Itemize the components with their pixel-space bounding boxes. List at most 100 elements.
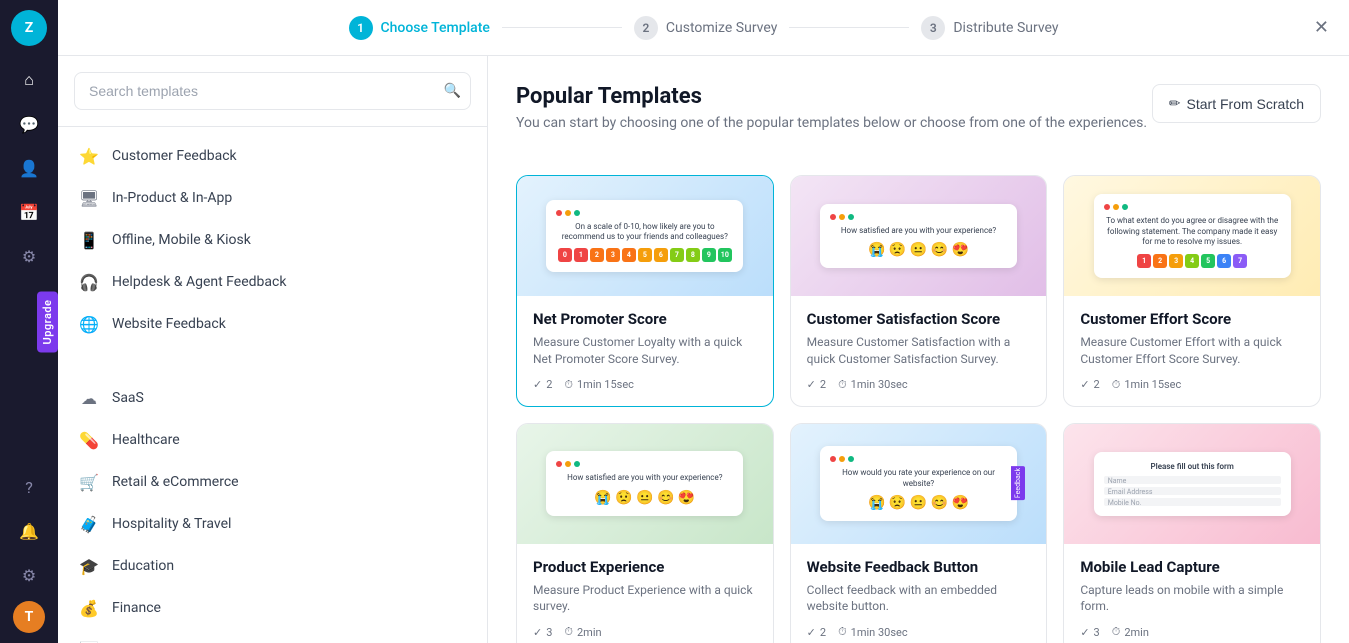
step-3-label: Distribute Survey [953, 20, 1058, 36]
sidebar-item-label: SaaS [112, 390, 144, 406]
inapp-icon: 🖥 [78, 187, 100, 209]
page-title: Popular Templates [516, 84, 1147, 109]
settings-nav-icon[interactable]: ⚙ [11, 557, 47, 593]
card-meta-wfb: ✓ 2 ⏱ 1min 30sec [807, 625, 1031, 639]
search-icon: 🔍 [444, 83, 461, 99]
bell-nav-icon[interactable]: 🔔 [11, 513, 47, 549]
sidebar-item-website[interactable]: 🌐 Website Feedback [58, 303, 487, 345]
card-preview-pe: How satisfied are you with your experien… [517, 424, 773, 544]
pe-preview-question: How satisfied are you with your experien… [556, 473, 733, 483]
sidebar-item-education[interactable]: 🎓 Education [58, 545, 487, 587]
avatar[interactable]: T [13, 601, 45, 633]
search-input[interactable] [74, 72, 471, 110]
template-card-pe[interactable]: How satisfied are you with your experien… [516, 423, 774, 643]
sidebar-item-finance[interactable]: 💰 Finance [58, 587, 487, 629]
step-2: 2 Customize Survey [634, 16, 777, 40]
csat-emoji-row: 😭 😟 😐 😊 😍 [830, 242, 1007, 258]
card-body-ces: Customer Effort Score Measure Customer E… [1064, 296, 1320, 406]
card-desc-wfb: Collect feedback with an embedded websit… [807, 582, 1031, 616]
card-title-nps: Net Promoter Score [533, 310, 757, 328]
sidebar-item-healthcare[interactable]: 💊 Healthcare [58, 419, 487, 461]
hospitality-icon: 🧳 [78, 513, 100, 535]
sidebar-item-customer-feedback[interactable]: ⭐ Customer Feedback [58, 135, 487, 177]
ces-preview-question: To what extent do you agree or disagree … [1104, 216, 1281, 247]
template-card-wfb[interactable]: How would you rate your experience on ou… [790, 423, 1048, 643]
card-body-csat: Customer Satisfaction Score Measure Cust… [791, 296, 1047, 406]
main-container: 1 Choose Template 2 Customize Survey 3 D… [58, 0, 1349, 643]
sidebar-item-hospitality[interactable]: 🧳 Hospitality & Travel [58, 503, 487, 545]
wfb-preview-question: How would you rate your experience on ou… [830, 468, 1007, 489]
card-meta-mlc: ✓ 3 ⏱ 2min [1080, 625, 1304, 639]
sidebar-item-label: In-Product & In-App [112, 190, 232, 206]
template-card-csat[interactable]: How satisfied are you with your experien… [790, 175, 1048, 407]
step-2-label: Customize Survey [666, 20, 777, 36]
sidebar-item-label: Customer Feedback [112, 148, 237, 164]
check-icon: ✓ [1080, 626, 1089, 639]
templates-header: Popular Templates You can start by choos… [516, 84, 1321, 155]
header: 1 Choose Template 2 Customize Survey 3 D… [58, 0, 1349, 56]
template-card-mlc[interactable]: Please fill out this form Name Email Add… [1063, 423, 1321, 643]
sidebar-item-label: Helpdesk & Agent Feedback [112, 274, 286, 290]
step-1-number: 1 [349, 16, 373, 40]
ces-questions: 2 [1094, 378, 1100, 391]
saas-icon: ☁ [78, 387, 100, 409]
template-card-nps[interactable]: On a scale of 0-10, how likely are you t… [516, 175, 774, 407]
check-icon: ✓ [807, 626, 816, 639]
sidebar-item-quiz[interactable]: 📊 Quiz and Polls [58, 629, 487, 643]
wfb-questions: 2 [820, 626, 826, 639]
close-button[interactable]: ✕ [1314, 17, 1329, 38]
card-body-pe: Product Experience Measure Product Exper… [517, 544, 773, 643]
healthcare-icon: 💊 [78, 429, 100, 451]
clock-icon: ⏱ [838, 625, 847, 639]
pencil-icon: ✏ [1169, 95, 1181, 112]
card-title-ces: Customer Effort Score [1080, 310, 1304, 328]
quiz-icon: 📊 [78, 639, 100, 643]
users-nav-icon[interactable]: 👤 [11, 150, 47, 186]
categories-section: ⭐ Customer Feedback 🖥 In-Product & In-Ap… [58, 127, 487, 353]
card-meta-csat: ✓ 2 ⏱ 1min 30sec [807, 378, 1031, 392]
ces-time: 1min 15sec [1124, 378, 1181, 391]
card-preview-nps: On a scale of 0-10, how likely are you t… [517, 176, 773, 296]
clock-icon: ⏱ [1112, 625, 1121, 639]
sidebar-item-retail[interactable]: 🛒 Retail & eCommerce [58, 461, 487, 503]
clock-icon: ⏱ [564, 378, 573, 392]
card-body-mlc: Mobile Lead Capture Capture leads on mob… [1064, 544, 1320, 643]
template-card-ces[interactable]: To what extent do you agree or disagree … [1063, 175, 1321, 407]
step-1: 1 Choose Template [349, 16, 490, 40]
helpdesk-icon: 🎧 [78, 271, 100, 293]
help-nav-icon[interactable]: ? [11, 469, 47, 505]
chat-nav-icon[interactable]: 💬 [11, 106, 47, 142]
sidebar-item-label: Retail & eCommerce [112, 474, 239, 490]
sidebar-item-saas[interactable]: ☁ SaaS [58, 377, 487, 419]
csat-questions: 2 [820, 378, 826, 391]
industries-section: ☁ SaaS 💊 Healthcare 🛒 Retail & eCommerce… [58, 369, 487, 643]
check-icon: ✓ [533, 378, 542, 391]
sidebar-item-label: Healthcare [112, 432, 180, 448]
card-desc-nps: Measure Customer Loyalty with a quick Ne… [533, 334, 757, 368]
sidebar: 🔍 ⭐ Customer Feedback 🖥 In-Product & In-… [58, 56, 488, 643]
upgrade-tab[interactable]: Upgrade [37, 291, 58, 352]
sidebar-item-label: Website Feedback [112, 316, 226, 332]
stepper: 1 Choose Template 2 Customize Survey 3 D… [78, 16, 1329, 40]
card-desc-mlc: Capture leads on mobile with a simple fo… [1080, 582, 1304, 616]
card-desc-ces: Measure Customer Effort with a quick Cus… [1080, 334, 1304, 368]
app-logo[interactable]: Z [11, 10, 47, 46]
home-nav-icon[interactable]: ⌂ [11, 62, 47, 98]
mlc-time: 2min [1124, 626, 1149, 639]
sidebar-item-helpdesk[interactable]: 🎧 Helpdesk & Agent Feedback [58, 261, 487, 303]
clock-icon: ⏱ [838, 378, 847, 392]
step-2-number: 2 [634, 16, 658, 40]
sidebar-item-label: Hospitality & Travel [112, 516, 231, 532]
sidebar-item-inapp[interactable]: 🖥 In-Product & In-App [58, 177, 487, 219]
education-icon: 🎓 [78, 555, 100, 577]
csat-preview-question: How satisfied are you with your experien… [830, 226, 1007, 236]
sidebar-item-label: Education [112, 558, 174, 574]
sidebar-item-offline[interactable]: 📱 Offline, Mobile & Kiosk [58, 219, 487, 261]
integrations-nav-icon[interactable]: ⚙ [11, 238, 47, 274]
mobile-icon: 📱 [78, 229, 100, 251]
card-meta-nps: ✓ 2 ⏱ 1min 15sec [533, 378, 757, 392]
card-preview-mlc: Please fill out this form Name Email Add… [1064, 424, 1320, 544]
calendar-nav-icon[interactable]: 📅 [11, 194, 47, 230]
start-from-scratch-button[interactable]: ✏ Start From Scratch [1152, 84, 1321, 123]
check-icon: ✓ [533, 626, 542, 639]
